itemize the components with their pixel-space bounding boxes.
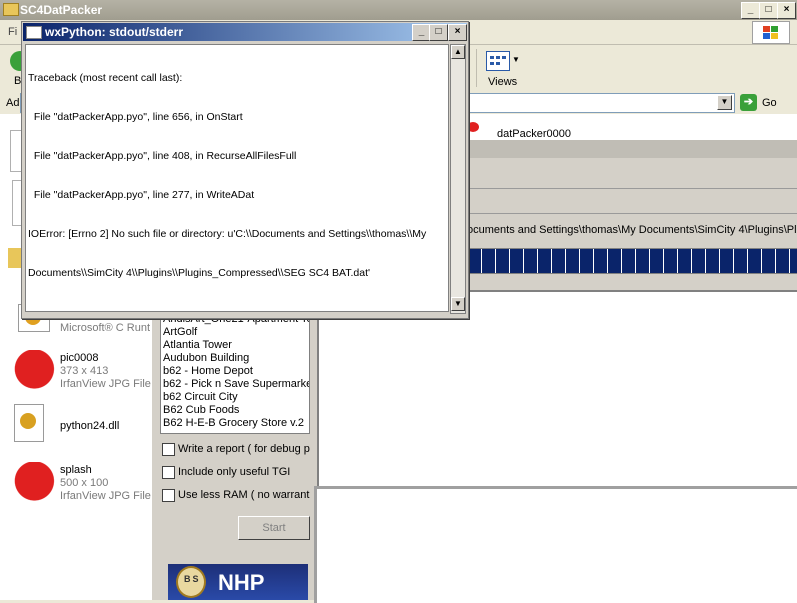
- go-arrow-icon[interactable]: ➔: [740, 94, 757, 111]
- explorer-maximize-button[interactable]: □: [759, 2, 778, 19]
- traceback-line: IOError: [Errno 2] No such file or direc…: [28, 228, 427, 240]
- file-type: IrfanView JPG File: [60, 490, 151, 502]
- list-item[interactable]: python24.dll: [10, 404, 150, 448]
- progress-bar: [467, 248, 797, 274]
- list-item[interactable]: ArtGolf: [161, 326, 309, 339]
- logo-letters: BS: [184, 574, 201, 584]
- stderr-output[interactable]: Traceback (most recent call last): File …: [25, 44, 449, 312]
- list-item[interactable]: b62 Circuit City: [161, 391, 309, 404]
- address-label: Ad: [6, 97, 20, 109]
- list-item[interactable]: B62 Cub Foods: [161, 404, 309, 417]
- start-button[interactable]: Start: [238, 516, 310, 540]
- file-name: Microsoft® C Runt: [60, 322, 151, 334]
- file-name-right: datPacker0000: [497, 128, 571, 140]
- useful-tgi-label: Include only useful TGI: [178, 466, 291, 478]
- dll-file-icon: [14, 404, 44, 442]
- explorer-title-bar[interactable]: SC4DatPacker _ □ ×: [0, 0, 797, 20]
- bs-seal-icon: BS: [176, 566, 206, 598]
- file-name: splash: [60, 464, 92, 476]
- path-text: ocuments and Settings\thomas\My Document…: [467, 224, 797, 236]
- list-item[interactable]: b62 - Home Depot: [161, 365, 309, 378]
- less-ram-checkbox[interactable]: [162, 489, 175, 502]
- logo-text: NHP: [218, 570, 265, 595]
- file-name: python24.dll: [60, 420, 120, 432]
- stderr-title: wxPython: stdout/stderr: [45, 25, 184, 39]
- list-item[interactable]: Atlantia Tower: [161, 339, 309, 352]
- traceback-line: Traceback (most recent call last):: [28, 72, 183, 84]
- close-icon[interactable]: ×: [448, 24, 467, 41]
- views-icon[interactable]: [486, 51, 510, 71]
- list-item[interactable]: b62 - Pick n Save Supermarket: [161, 378, 309, 391]
- option-write-report[interactable]: Write a report ( for debug p: [160, 442, 310, 458]
- file-name: pic0008: [60, 352, 99, 364]
- go-button-label[interactable]: Go: [762, 97, 777, 109]
- less-ram-label: Use less RAM ( no warrantie: [178, 489, 310, 501]
- explorer-minimize-button[interactable]: _: [741, 2, 760, 19]
- address-dropdown-icon[interactable]: ▼: [717, 95, 732, 110]
- toolbar-separator: [476, 49, 477, 87]
- views-dropdown-icon[interactable]: ▼: [512, 55, 520, 64]
- list-item[interactable]: pic0008 373 x 413 IrfanView JPG File: [6, 350, 152, 400]
- list-item[interactable]: Audubon Building: [161, 352, 309, 365]
- window-icon: [26, 26, 42, 39]
- output-panel-bottom: [314, 486, 797, 603]
- traceback-line: File "datPackerApp.pyo", line 656, in On…: [28, 111, 243, 123]
- write-report-label: Write a report ( for debug p: [178, 443, 310, 455]
- maximize-icon[interactable]: □: [429, 24, 448, 41]
- traceback-line: Documents\\SimCity 4\\Plugins\\Plugins_C…: [28, 267, 371, 279]
- scroll-up-icon[interactable]: ▲: [451, 45, 465, 59]
- folder-icon: [3, 3, 19, 16]
- stderr-window: wxPython: stdout/stderr _ □ × Traceback …: [21, 21, 469, 319]
- explorer-title: SC4DatPacker: [20, 3, 103, 17]
- useful-tgi-checkbox[interactable]: [162, 466, 175, 479]
- stderr-title-bar[interactable]: wxPython: stdout/stderr _ □ ×: [23, 23, 467, 41]
- windows-logo-icon: [752, 21, 790, 44]
- file-type: IrfanView JPG File: [60, 378, 151, 390]
- explorer-close-button[interactable]: ×: [777, 2, 796, 19]
- scroll-down-icon[interactable]: ▼: [451, 297, 465, 311]
- option-less-ram[interactable]: Use less RAM ( no warrantie: [160, 488, 310, 504]
- list-item[interactable]: splash 500 x 100 IrfanView JPG File: [6, 462, 152, 512]
- list-item[interactable]: B62 H-E-B Grocery Store v.2: [161, 417, 309, 430]
- traceback-line: File "datPackerApp.pyo", line 408, in Re…: [28, 150, 297, 162]
- vertical-scrollbar[interactable]: ▲ ▼: [450, 44, 466, 314]
- irfanview-icon: [8, 462, 56, 504]
- option-useful-tgi[interactable]: Include only useful TGI: [160, 465, 310, 481]
- path-field[interactable]: ocuments and Settings\thomas\My Document…: [467, 220, 797, 240]
- write-report-checkbox[interactable]: [162, 443, 175, 456]
- plugin-listbox[interactable]: AndisArt_One21-Apartment To ArtGolf Atla…: [160, 312, 310, 434]
- output-panel-top: [317, 290, 797, 488]
- menu-file[interactable]: Fi: [8, 26, 17, 38]
- irfanview-icon: [8, 350, 56, 392]
- nhp-logo: BS NHP: [168, 564, 308, 600]
- traceback-line: File "datPackerApp.pyo", line 277, in Wr…: [28, 189, 255, 201]
- views-label: Views: [488, 76, 518, 88]
- file-dimensions: 500 x 100: [60, 477, 109, 489]
- file-dimensions: 373 x 413: [60, 365, 109, 377]
